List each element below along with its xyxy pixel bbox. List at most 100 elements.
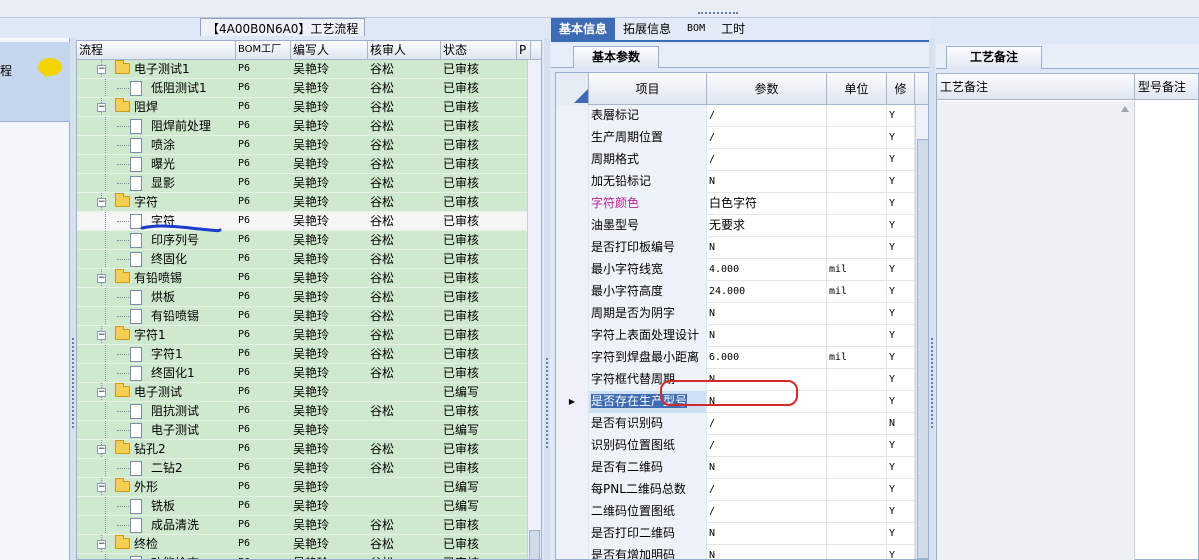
scroll-up-icon[interactable] (1121, 106, 1129, 112)
param-row[interactable]: 是否有识别码 / N (556, 413, 928, 435)
row-indicator[interactable] (556, 281, 589, 303)
col-header-writer[interactable]: 编写人 (291, 41, 368, 59)
tree-node[interactable]: 阻焊前处理 (77, 117, 236, 135)
row-indicator[interactable] (556, 347, 589, 369)
col-header-param[interactable]: 参数 (707, 73, 827, 105)
row-indicator[interactable] (556, 545, 589, 559)
param-value-field[interactable]: N (707, 237, 827, 259)
param-row[interactable]: 周期格式 / Y (556, 149, 928, 171)
param-scrollbar[interactable] (915, 105, 928, 559)
tab-extended-info[interactable]: 拓展信息 (615, 18, 679, 40)
tree-row[interactable]: − 字符 P6 吴艳玲 谷松 已审核 (77, 193, 541, 212)
param-row[interactable]: 字符颜色 白色字符 Y (556, 193, 928, 215)
tab-basic-info[interactable]: 基本信息 (551, 18, 616, 40)
tree-node[interactable]: 字符1 (77, 345, 236, 363)
row-indicator[interactable] (556, 215, 589, 237)
tree-row[interactable]: − 电子测试1 P6 吴艳玲 谷松 已审核 (77, 60, 541, 79)
row-indicator[interactable] (556, 193, 589, 215)
col-header-status[interactable]: 状态 (441, 41, 517, 59)
param-row[interactable]: 识别码位置图纸 / Y (556, 435, 928, 457)
param-row[interactable]: 每PNL二维码总数 / Y (556, 479, 928, 501)
col-header-item[interactable]: 项目 (589, 73, 707, 105)
tree-node[interactable]: 成品清洗 (77, 516, 236, 534)
tree-node[interactable]: − 终检 (77, 535, 236, 553)
tree-row[interactable]: − 外形 P6 吴艳玲 已编写 (77, 478, 541, 497)
tab-basic-params[interactable]: 基本参数 (573, 46, 659, 68)
tree-row[interactable]: 有铅喷锡 P6 吴艳玲 谷松 已审核 (77, 307, 541, 326)
param-row[interactable]: 是否打印二维码 N Y (556, 523, 928, 545)
tree-row[interactable]: 字符1 P6 吴艳玲 谷松 已审核 (77, 345, 541, 364)
row-indicator[interactable] (556, 523, 589, 545)
tree-node[interactable]: − 钻孔2 (77, 440, 236, 458)
tree-node[interactable]: − 外形 (77, 478, 236, 496)
tree-row[interactable]: 终固化1 P6 吴艳玲 谷松 已审核 (77, 364, 541, 383)
tree-scroll-thumb[interactable] (529, 530, 540, 559)
row-indicator[interactable] (556, 325, 589, 347)
tab-work-hours[interactable]: 工时 (713, 18, 753, 40)
param-scroll-thumb[interactable] (917, 139, 928, 559)
tree-node[interactable]: 功能检查 (77, 554, 236, 559)
tree-row[interactable]: − 终检 P6 吴艳玲 谷松 已审核 (77, 535, 541, 554)
col-header-p[interactable]: P (517, 41, 531, 59)
param-value-field[interactable]: / (707, 435, 827, 457)
param-value-field[interactable]: N (707, 171, 827, 193)
tree-node[interactable]: 终固化 (77, 250, 236, 268)
param-value-field[interactable]: N (707, 457, 827, 479)
param-value-field[interactable]: / (707, 127, 827, 149)
param-value-field[interactable]: / (707, 105, 827, 127)
param-value-field[interactable]: / (707, 479, 827, 501)
tree-node[interactable]: − 字符 (77, 193, 236, 211)
tree-node[interactable]: 铣板 (77, 497, 236, 515)
tab-process-remarks[interactable]: 工艺备注 (946, 46, 1042, 69)
collapse-toggle-icon[interactable]: − (97, 198, 106, 207)
tree-node[interactable]: 喷涂 (77, 136, 236, 154)
collapse-toggle-icon[interactable]: − (97, 483, 106, 492)
right-splitter[interactable] (929, 38, 935, 560)
row-indicator[interactable] (556, 479, 589, 501)
row-indicator[interactable] (556, 457, 589, 479)
row-indicator[interactable]: ▶ (556, 391, 589, 413)
tree-node[interactable]: 终固化1 (77, 364, 236, 382)
param-row[interactable]: 最小字符高度 24.000 mil Y (556, 281, 928, 303)
collapse-toggle-icon[interactable]: − (97, 65, 106, 74)
col-header-model-remark[interactable]: 型号备注 (1135, 74, 1199, 100)
tree-row[interactable]: − 钻孔2 P6 吴艳玲 谷松 已审核 (77, 440, 541, 459)
param-value-field[interactable]: 24.000 (707, 281, 827, 303)
collapse-toggle-icon[interactable]: − (97, 388, 106, 397)
tree-node[interactable]: − 电子测试 (77, 383, 236, 401)
param-row[interactable]: 字符到焊盘最小距离 6.000 mil Y (556, 347, 928, 369)
param-value-field[interactable]: N (707, 523, 827, 545)
param-value-field[interactable]: 6.000 (707, 347, 827, 369)
tree-node[interactable]: − 字符1 (77, 326, 236, 344)
tree-node[interactable]: − 电子测试1 (77, 60, 236, 78)
tree-scrollbar[interactable] (527, 60, 541, 559)
col-header-reviewer[interactable]: 核审人 (368, 41, 441, 59)
tree-row[interactable]: − 字符1 P6 吴艳玲 谷松 已审核 (77, 326, 541, 345)
param-value-field[interactable]: / (707, 501, 827, 523)
tree-row[interactable]: − 有铅喷锡 P6 吴艳玲 谷松 已审核 (77, 269, 541, 288)
row-indicator[interactable] (556, 237, 589, 259)
tree-node[interactable]: 低阻测试1 (77, 79, 236, 97)
collapse-toggle-icon[interactable]: − (97, 274, 106, 283)
tree-row[interactable]: 阻抗测试 P6 吴艳玲 谷松 已审核 (77, 402, 541, 421)
row-indicator[interactable] (556, 435, 589, 457)
row-indicator[interactable] (556, 105, 589, 127)
process-remark-cell[interactable] (937, 101, 1135, 560)
row-indicator[interactable] (556, 127, 589, 149)
tree-row[interactable]: − 阻焊 P6 吴艳玲 谷松 已审核 (77, 98, 541, 117)
param-value-field[interactable]: / (707, 149, 827, 171)
col-header-modify[interactable]: 修 (887, 73, 915, 105)
row-indicator[interactable] (556, 501, 589, 523)
tree-row[interactable]: 烘板 P6 吴艳玲 谷松 已审核 (77, 288, 541, 307)
tree-node[interactable]: 有铅喷锡 (77, 307, 236, 325)
row-indicator[interactable] (556, 369, 589, 391)
param-value-field[interactable]: / (707, 413, 827, 435)
col-header-process-remark[interactable]: 工艺备注 (937, 74, 1135, 100)
tree-row[interactable]: − 电子测试 P6 吴艳玲 已编写 (77, 383, 541, 402)
center-splitter[interactable] (544, 38, 550, 560)
tree-node[interactable]: 二钻2 (77, 459, 236, 477)
tree-row[interactable]: 阻焊前处理 P6 吴艳玲 谷松 已审核 (77, 117, 541, 136)
collapse-toggle-icon[interactable]: − (97, 331, 106, 340)
col-header-unit[interactable]: 单位 (827, 73, 887, 105)
tree-row[interactable]: 曝光 P6 吴艳玲 谷松 已审核 (77, 155, 541, 174)
